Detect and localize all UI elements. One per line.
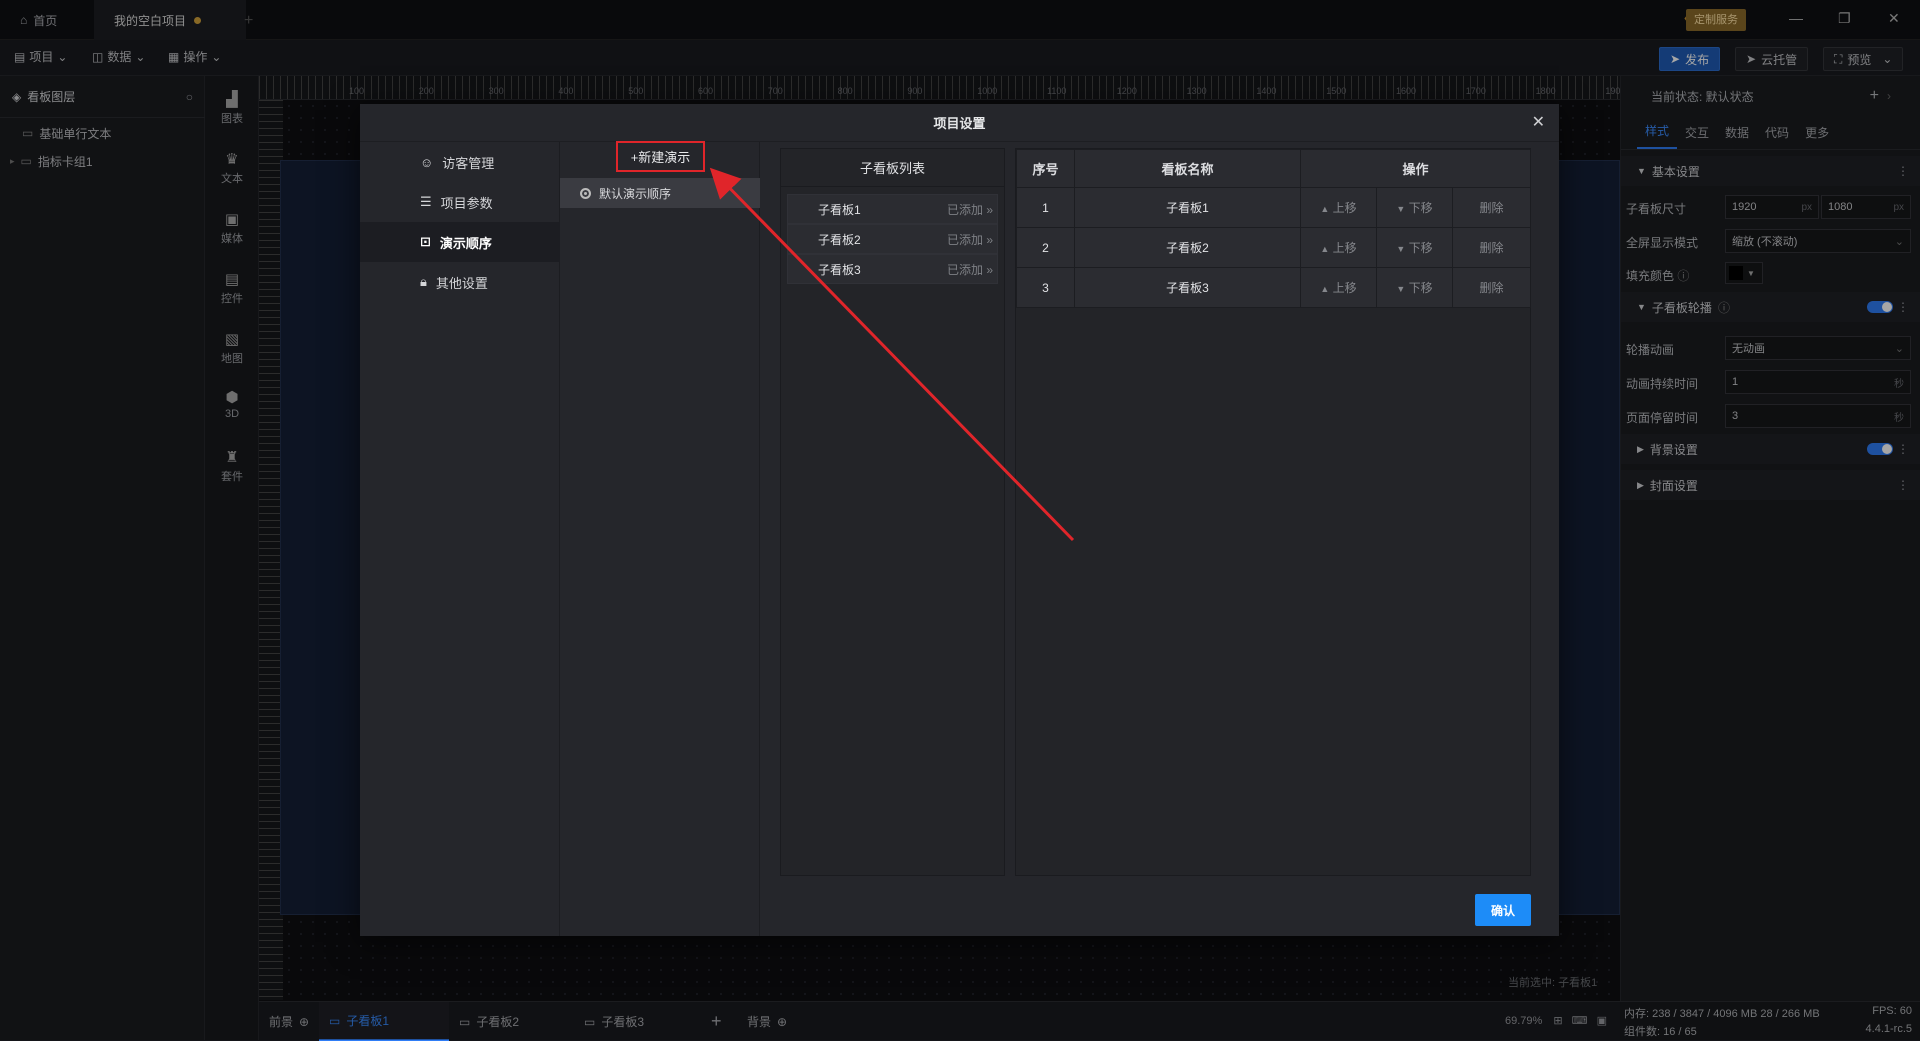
move-down-button[interactable]: ▼ 下移 xyxy=(1376,187,1453,228)
dialog-title: 项目设置 xyxy=(933,116,986,131)
op-label: 下移 xyxy=(1408,201,1433,215)
row-name: 子看板2 xyxy=(1074,227,1301,268)
dialog-nav: ☺ 访客管理 ☰ 项目参数 ⊡ 演示顺序 🔒︎ 其他设置 xyxy=(360,142,560,936)
col-ops-header: 操作 xyxy=(1299,149,1532,188)
row-index: 1 xyxy=(1016,187,1075,228)
move-up-button[interactable]: ▲ 上移 xyxy=(1300,187,1377,228)
row-name: 子看板1 xyxy=(1074,187,1301,228)
sliders-icon: ☰ xyxy=(420,194,432,209)
board-list-panel: 子看板列表 子看板1 已添加 » 子看板2 已添加 » 子看板3 已添加 » xyxy=(780,148,1005,876)
nav-demo-order[interactable]: ⊡ 演示顺序 xyxy=(360,222,560,262)
added-status[interactable]: 已添加 » xyxy=(947,261,993,278)
board-list-item[interactable]: 子看板3 已添加 » xyxy=(787,254,998,284)
op-label: 上移 xyxy=(1332,241,1357,255)
row-index: 3 xyxy=(1016,267,1075,308)
added-status[interactable]: 已添加 » xyxy=(947,201,993,218)
nav-label: 访客管理 xyxy=(442,155,495,171)
radio-selected-icon xyxy=(580,187,591,199)
user-icon: ☺ xyxy=(420,154,434,170)
nav-project-params[interactable]: ☰ 项目参数 xyxy=(360,182,560,222)
board-list-item[interactable]: 子看板2 已添加 » xyxy=(787,224,998,254)
move-up-button[interactable]: ▲ 上移 xyxy=(1300,227,1377,268)
lock-icon: 🔒︎ xyxy=(420,274,427,289)
table-row: 3 子看板3 ▲ 上移 ▼ 下移 删除 xyxy=(1016,267,1532,308)
double-chevron-right-icon: » xyxy=(986,262,993,277)
col-index-header: 序号 xyxy=(1016,149,1075,188)
triangle-up-icon: ▲ xyxy=(1320,244,1330,254)
added-status[interactable]: 已添加 » xyxy=(947,231,993,248)
op-label: 下移 xyxy=(1408,281,1433,295)
confirm-button[interactable]: 确认 xyxy=(1475,894,1531,926)
table-row: 2 子看板2 ▲ 上移 ▼ 下移 删除 xyxy=(1016,227,1532,268)
move-up-button[interactable]: ▲ 上移 xyxy=(1300,267,1377,308)
board-name: 子看板1 xyxy=(818,202,861,217)
delete-button[interactable]: 删除 xyxy=(1451,267,1532,308)
added-label: 已添加 xyxy=(946,232,983,247)
delete-button[interactable]: 删除 xyxy=(1451,187,1532,228)
table-header-row: 序号 看板名称 操作 xyxy=(1016,149,1532,188)
presentation-icon: ⊡ xyxy=(420,234,431,249)
board-list-item[interactable]: 子看板1 已添加 » xyxy=(787,194,998,224)
added-label: 已添加 xyxy=(946,202,983,217)
added-label: 已添加 xyxy=(946,262,983,277)
new-demo-button[interactable]: +新建演示 xyxy=(616,141,705,172)
move-down-button[interactable]: ▼ 下移 xyxy=(1376,267,1453,308)
move-down-button[interactable]: ▼ 下移 xyxy=(1376,227,1453,268)
demo-sequence-column xyxy=(560,142,760,936)
nav-label: 其他设置 xyxy=(435,275,488,291)
row-name: 子看板3 xyxy=(1074,267,1301,308)
row-index: 2 xyxy=(1016,227,1075,268)
triangle-down-icon: ▼ xyxy=(1396,204,1406,214)
table-row: 1 子看板1 ▲ 上移 ▼ 下移 删除 xyxy=(1016,187,1532,228)
project-settings-dialog: 项目设置 ✕ ☺ 访客管理 ☰ 项目参数 ⊡ 演示顺序 🔒︎ 其他设置 +新建演… xyxy=(360,104,1559,936)
triangle-down-icon: ▼ xyxy=(1396,244,1406,254)
triangle-up-icon: ▲ xyxy=(1320,204,1330,214)
demo-order-table-panel: 序号 看板名称 操作 1 子看板1 ▲ 上移 ▼ 下移 删除 2 子看板2 ▲ … xyxy=(1015,148,1532,876)
double-chevron-right-icon: » xyxy=(986,232,993,247)
delete-button[interactable]: 删除 xyxy=(1451,227,1532,268)
triangle-up-icon: ▲ xyxy=(1320,284,1330,294)
nav-label: 项目参数 xyxy=(440,195,493,211)
board-name: 子看板3 xyxy=(818,262,861,277)
board-list-title: 子看板列表 xyxy=(781,149,1004,187)
nav-other-settings[interactable]: 🔒︎ 其他设置 xyxy=(360,262,560,302)
col-name-header: 看板名称 xyxy=(1074,149,1301,188)
nav-label: 演示顺序 xyxy=(439,235,492,251)
board-name: 子看板2 xyxy=(818,232,861,247)
sequence-item-default[interactable]: 默认演示顺序 xyxy=(560,178,760,208)
op-label: 上移 xyxy=(1332,281,1357,295)
dialog-header: 项目设置 xyxy=(360,104,1559,142)
demo-order-table: 序号 看板名称 操作 1 子看板1 ▲ 上移 ▼ 下移 删除 2 子看板2 ▲ … xyxy=(1016,149,1532,308)
op-label: 上移 xyxy=(1332,201,1357,215)
close-icon[interactable]: ✕ xyxy=(1532,112,1545,132)
sequence-label: 默认演示顺序 xyxy=(599,186,672,201)
op-label: 下移 xyxy=(1408,241,1433,255)
nav-visitor-management[interactable]: ☺ 访客管理 xyxy=(360,142,560,182)
triangle-down-icon: ▼ xyxy=(1396,284,1406,294)
double-chevron-right-icon: » xyxy=(986,202,993,217)
